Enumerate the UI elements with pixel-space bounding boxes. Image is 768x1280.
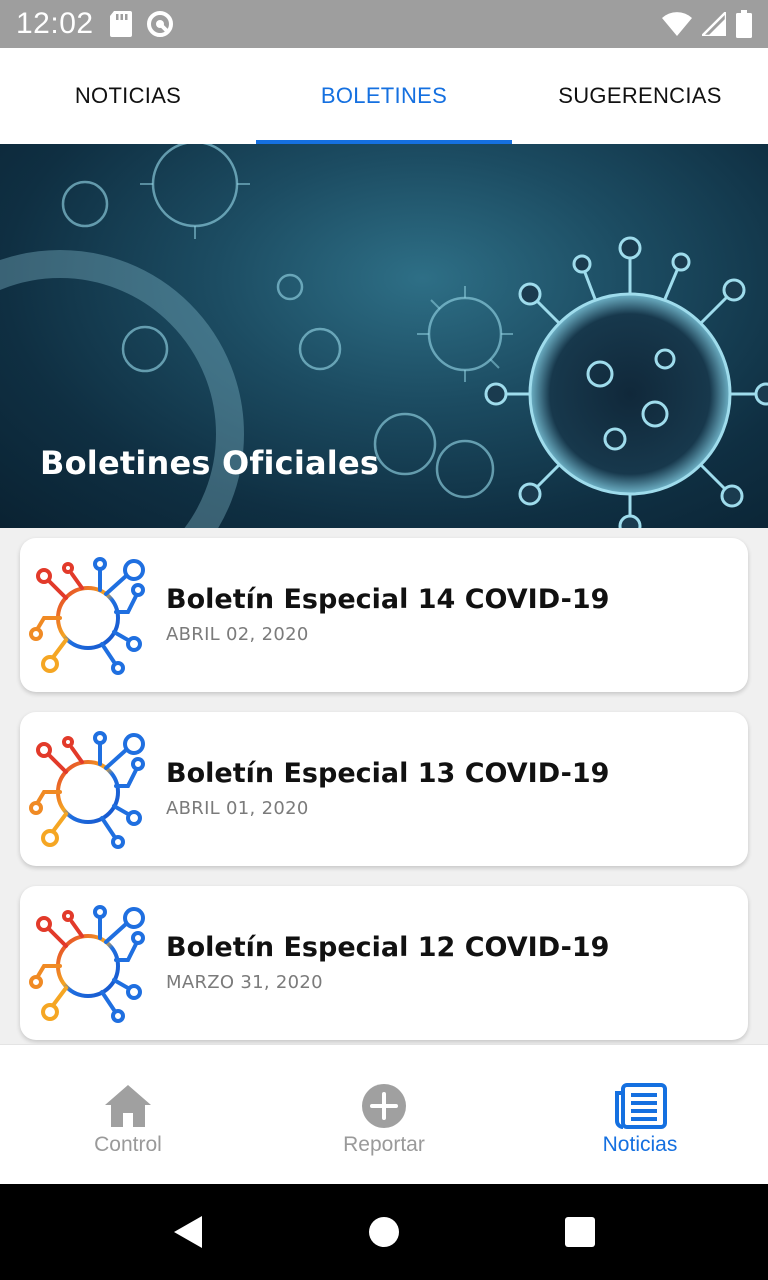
tab-boletines[interactable]: BOLETINES — [256, 48, 512, 144]
signal-icon — [702, 12, 726, 36]
bulletin-list: Boletín Especial 14 COVID-19 ABRIL 02, 2… — [20, 538, 748, 1060]
bottom-nav: Control Reportar Noticias — [0, 1044, 768, 1184]
nav-reportar[interactable]: Reportar — [256, 1045, 512, 1184]
status-bar: 12:02 — [0, 0, 768, 48]
bulletin-card[interactable]: Boletín Especial 14 COVID-19 ABRIL 02, 2… — [20, 538, 748, 692]
hero-title: Boletines Oficiales — [40, 444, 380, 482]
newspaper-icon — [615, 1082, 667, 1129]
top-tabs: NOTICIAS BOLETINES SUGERENCIAS — [0, 48, 768, 144]
virus-logo-icon — [29, 731, 145, 849]
status-time: 12:02 — [16, 7, 94, 40]
bulletin-title: Boletín Especial 13 COVID-19 — [166, 758, 610, 789]
bulletin-date: MARZO 31, 2020 — [166, 972, 323, 993]
hero-banner: Boletines Oficiales — [0, 144, 768, 528]
bulletin-title: Boletín Especial 12 COVID-19 — [166, 932, 610, 963]
bulletin-date: ABRIL 02, 2020 — [166, 624, 309, 645]
tab-sugerencias[interactable]: SUGERENCIAS — [512, 48, 768, 144]
back-icon — [174, 1216, 202, 1248]
bulletin-card[interactable]: Boletín Especial 13 COVID-19 ABRIL 01, 2… — [20, 712, 748, 866]
sync-icon — [146, 11, 173, 37]
virus-logo-icon — [29, 557, 145, 675]
nav-control[interactable]: Control — [0, 1045, 256, 1184]
system-nav-bar — [0, 1184, 768, 1280]
nav-control-label: Control — [94, 1132, 162, 1156]
sd-card-icon — [109, 11, 132, 37]
bulletin-date: ABRIL 01, 2020 — [166, 798, 309, 819]
nav-noticias[interactable]: Noticias — [512, 1045, 768, 1184]
battery-icon — [736, 10, 752, 38]
home-icon — [105, 1084, 151, 1127]
status-left-icons — [109, 10, 174, 38]
virus-logo-icon — [29, 905, 145, 1023]
bulletin-card[interactable]: Boletín Especial 12 COVID-19 MARZO 31, 2… — [20, 886, 748, 1040]
add-circle-icon — [362, 1083, 406, 1128]
nav-reportar-label: Reportar — [343, 1132, 425, 1156]
home-circle-icon — [369, 1217, 399, 1247]
tab-noticias[interactable]: NOTICIAS — [0, 48, 256, 144]
app-screen: 12:02 NOTICIAS BOLETINES SUGERENCIAS Bol… — [0, 0, 768, 1280]
recents-button[interactable] — [550, 1202, 610, 1262]
home-button[interactable] — [354, 1202, 414, 1262]
back-button[interactable] — [158, 1202, 218, 1262]
recents-icon — [565, 1217, 595, 1247]
status-right-icons — [662, 10, 752, 38]
nav-noticias-label: Noticias — [602, 1132, 678, 1156]
bulletin-title: Boletín Especial 14 COVID-19 — [166, 584, 610, 615]
wifi-icon — [662, 12, 692, 36]
